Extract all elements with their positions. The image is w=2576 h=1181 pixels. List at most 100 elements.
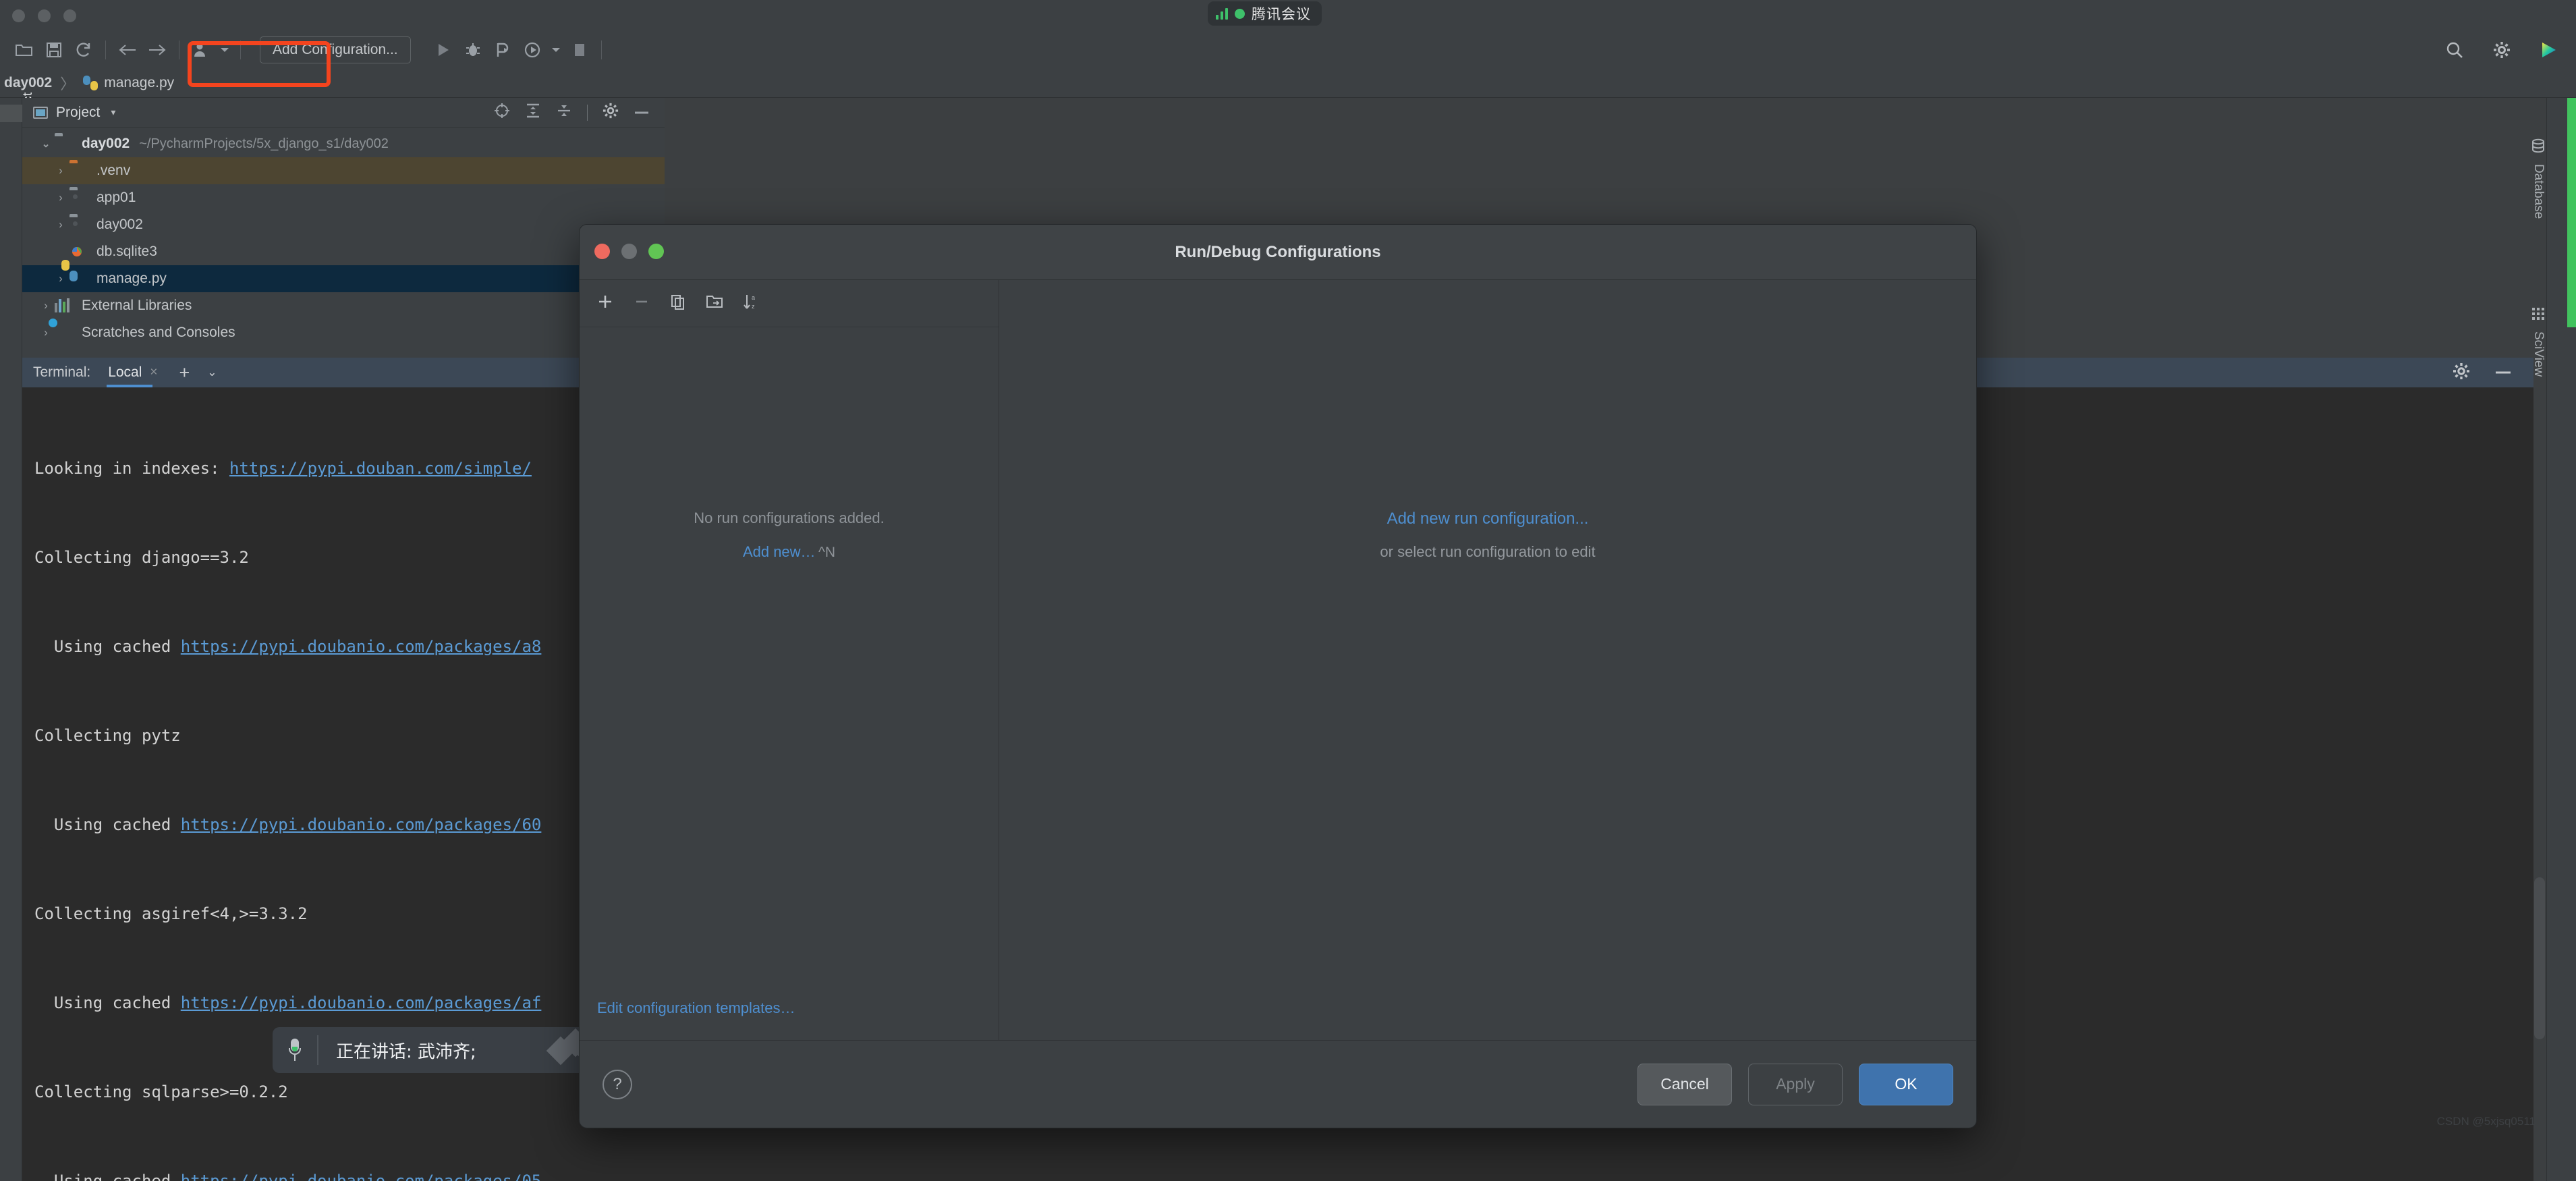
tree-row-app01[interactable]: › app01 <box>22 184 665 211</box>
stop-icon[interactable] <box>565 35 594 65</box>
settings-gear-icon[interactable] <box>603 103 619 122</box>
tree-row-label: .venv <box>96 163 130 179</box>
no-configurations-message: No run configurations added. <box>580 510 999 527</box>
cancel-button[interactable]: Cancel <box>1637 1064 1732 1105</box>
minimize-window-button[interactable] <box>38 9 51 22</box>
terminal-tab-local[interactable]: Local × <box>107 364 161 381</box>
close-window-button[interactable] <box>12 9 25 22</box>
signal-bars-icon <box>1216 7 1228 20</box>
terminal-more-icon[interactable]: ⌄ <box>207 366 217 379</box>
toolbar-divider <box>240 40 241 59</box>
add-new-shortcut: ^N <box>818 545 835 560</box>
library-icon <box>55 298 75 314</box>
chevron-down-icon[interactable]: ▾ <box>111 107 115 118</box>
project-panel-header: Project ▾ <box>22 98 665 128</box>
terminal-header-tools <box>2453 362 2533 383</box>
tree-row-manage-py[interactable]: › manage.py <box>22 265 665 292</box>
add-new-run-configuration-link[interactable]: Add new run configuration... <box>999 510 1976 528</box>
python-file-icon <box>83 76 98 90</box>
add-configuration-icon[interactable] <box>597 294 613 313</box>
tree-row-day002-root[interactable]: ⌄ day002 ~/PycharmProjects/5x_django_s1/… <box>22 130 665 157</box>
chevron-right-icon[interactable]: › <box>52 164 69 177</box>
breadcrumb: day002 〉 manage.py <box>0 68 2576 98</box>
run-debug-configurations-dialog: Run/Debug Configurations <box>579 224 1977 1128</box>
collapse-all-icon[interactable] <box>556 103 572 122</box>
hide-terminal-icon[interactable] <box>2494 366 2512 379</box>
ok-button[interactable]: OK <box>1859 1064 1953 1105</box>
forward-arrow-icon[interactable] <box>142 35 172 65</box>
speaking-toast-text: 正在讲话: 武沛齐; <box>336 1038 476 1063</box>
gear-icon[interactable] <box>2487 35 2517 65</box>
add-configuration-button[interactable]: Add Configuration... <box>260 36 411 63</box>
terminal-link[interactable]: https://pypi.doubanio.com/packages/a8 <box>181 637 542 656</box>
chevron-right-icon[interactable]: › <box>37 326 55 339</box>
add-new-link[interactable]: Add new… <box>743 543 816 561</box>
tree-row-db-sqlite3[interactable]: db.sqlite3 <box>22 238 665 265</box>
help-button[interactable]: ? <box>603 1070 632 1099</box>
move-into-folder-icon[interactable] <box>706 294 723 312</box>
plugin-icon[interactable] <box>2534 35 2564 65</box>
terminal-scrollbar[interactable] <box>2534 877 2545 1039</box>
sqlite-file-icon <box>69 244 90 260</box>
toolbar-right-group <box>2440 31 2564 68</box>
back-arrow-icon[interactable] <box>113 35 142 65</box>
gear-icon[interactable] <box>2453 362 2470 383</box>
chevron-right-icon[interactable]: › <box>37 299 55 312</box>
search-icon[interactable] <box>2440 35 2469 65</box>
dialog-title: Run/Debug Configurations <box>1175 243 1380 262</box>
sort-alphabetically-icon[interactable]: az <box>743 293 760 314</box>
tree-row-external-libraries[interactable]: › External Libraries <box>22 292 665 319</box>
sidebar-item-database[interactable]: Database <box>2471 138 2576 168</box>
hide-panel-icon[interactable] <box>634 107 650 119</box>
tencent-meeting-indicator[interactable]: 腾讯会议 <box>1208 1 1322 26</box>
folder-orange-icon <box>69 163 90 179</box>
breadcrumb-item-file[interactable]: manage.py <box>104 75 174 91</box>
terminal-link[interactable]: https://pypi.douban.com/simple/ <box>229 459 532 478</box>
project-panel-tools <box>494 103 665 122</box>
terminal-line: Using cached https://pypi.doubanio.com/p… <box>34 1166 2533 1181</box>
python-file-icon <box>69 271 90 287</box>
sync-icon[interactable] <box>69 35 99 65</box>
save-icon[interactable] <box>39 35 69 65</box>
tree-row-label: day002 <box>96 217 143 233</box>
terminal-link[interactable]: https://pypi.doubanio.com/packages/af <box>181 993 542 1012</box>
chevron-down-icon[interactable] <box>216 35 233 65</box>
apply-button[interactable]: Apply <box>1748 1064 1843 1105</box>
maximize-window-button[interactable] <box>63 9 76 22</box>
select-configuration-hint: or select run configuration to edit <box>999 543 1976 561</box>
profile-icon[interactable] <box>517 35 547 65</box>
locate-icon[interactable] <box>494 103 510 122</box>
terminal-link[interactable]: https://pypi.doubanio.com/packages/60 <box>181 815 542 834</box>
open-folder-icon[interactable] <box>9 35 39 65</box>
tree-row-venv[interactable]: › .venv <box>22 157 665 184</box>
chevron-down-icon[interactable] <box>547 35 565 65</box>
dialog-maximize-button[interactable] <box>648 244 664 259</box>
close-tab-icon[interactable]: × <box>150 365 157 380</box>
tree-row-day002-module[interactable]: › day002 <box>22 211 665 238</box>
remove-configuration-icon[interactable] <box>634 294 650 313</box>
chevron-right-icon[interactable]: › <box>52 191 69 204</box>
terminal-link[interactable]: https://pypi.doubanio.com/packages/05 <box>181 1172 542 1181</box>
copy-configuration-icon[interactable] <box>670 294 686 313</box>
debug-icon[interactable] <box>458 35 488 65</box>
add-terminal-tab-icon[interactable]: + <box>179 362 190 383</box>
dialog-left-toolbar: az <box>580 280 999 327</box>
tree-row-label: app01 <box>96 190 136 206</box>
run-icon[interactable] <box>428 35 458 65</box>
dialog-close-button[interactable] <box>594 244 610 259</box>
coverage-icon[interactable] <box>488 35 517 65</box>
chevron-expanded-icon[interactable]: ⌄ <box>37 138 55 150</box>
dialog-minimize-button[interactable] <box>621 244 637 259</box>
chevron-right-icon[interactable]: › <box>52 272 69 285</box>
folder-icon <box>55 136 75 152</box>
right-tool-strip: Database SciView <box>2546 98 2576 1181</box>
tree-row-scratches-and-consoles[interactable]: › Scratches and Consoles <box>22 319 665 346</box>
tree-row-path: ~/PycharmProjects/5x_django_s1/day002 <box>139 136 389 152</box>
breadcrumb-item-project[interactable]: day002 <box>4 75 52 91</box>
edit-configuration-templates-link[interactable]: Edit configuration templates… <box>597 999 795 1016</box>
user-avatar-icon[interactable] <box>186 35 216 65</box>
sidebar-item-sciview[interactable]: SciView <box>2471 307 2576 337</box>
chevron-right-icon[interactable]: › <box>52 218 69 231</box>
expand-all-icon[interactable] <box>525 103 541 122</box>
dialog-empty-state: No run configurations added. Add new… ^N <box>580 510 999 561</box>
